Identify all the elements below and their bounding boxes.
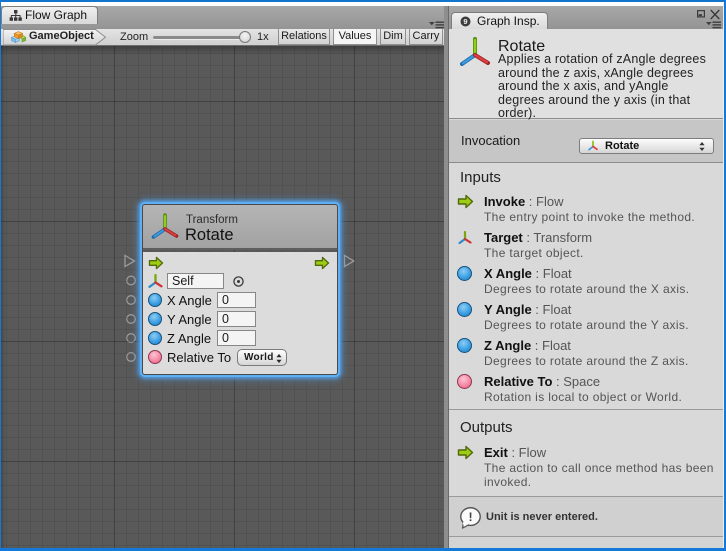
svg-text:9: 9 — [463, 17, 467, 26]
svg-text:!: ! — [468, 510, 472, 524]
